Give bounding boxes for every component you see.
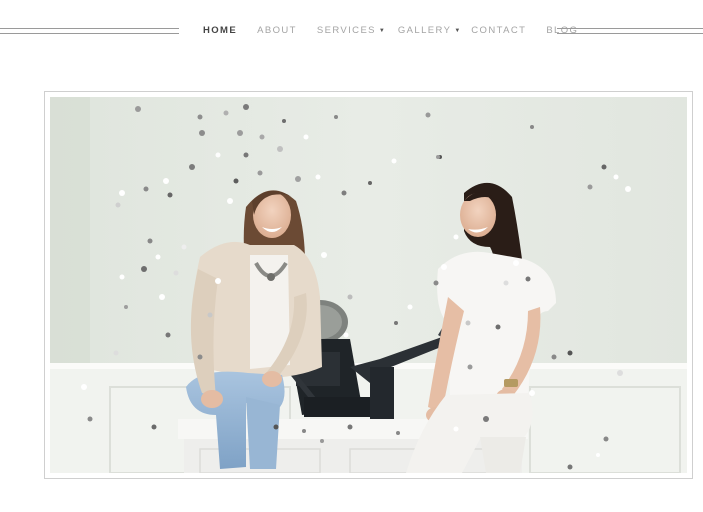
- caret-down-icon: ▼: [454, 28, 461, 34]
- page: HOME ABOUT SERVICES ▼ GALLERY ▼ CONTACT …: [0, 0, 703, 512]
- nav-item-home-label: HOME: [203, 25, 238, 36]
- nav-item-about-label: ABOUT: [257, 25, 297, 36]
- caret-down-icon: ▼: [378, 28, 385, 34]
- nav-item-contact-label: CONTACT: [471, 25, 527, 36]
- nav-menu: HOME ABOUT SERVICES ▼ GALLERY ▼ CONTACT …: [193, 24, 578, 38]
- nav-item-home[interactable]: HOME: [203, 24, 237, 38]
- nav-left-double-rule: [0, 28, 179, 34]
- top-navigation: HOME ABOUT SERVICES ▼ GALLERY ▼ CONTACT …: [0, 0, 703, 62]
- nav-right-double-rule: [557, 28, 703, 34]
- hero-photo: [50, 97, 687, 473]
- nav-item-services-label: SERVICES: [316, 25, 376, 36]
- hero-image-frame: [44, 91, 693, 479]
- nav-item-services[interactable]: SERVICES ▼: [317, 24, 385, 38]
- nav-item-about[interactable]: ABOUT: [257, 24, 297, 38]
- nav-item-gallery[interactable]: GALLERY ▼: [398, 24, 460, 38]
- nav-item-contact[interactable]: CONTACT: [471, 24, 526, 38]
- nav-item-gallery-label: GALLERY: [397, 25, 452, 36]
- hero-photo-illustration: [50, 97, 687, 473]
